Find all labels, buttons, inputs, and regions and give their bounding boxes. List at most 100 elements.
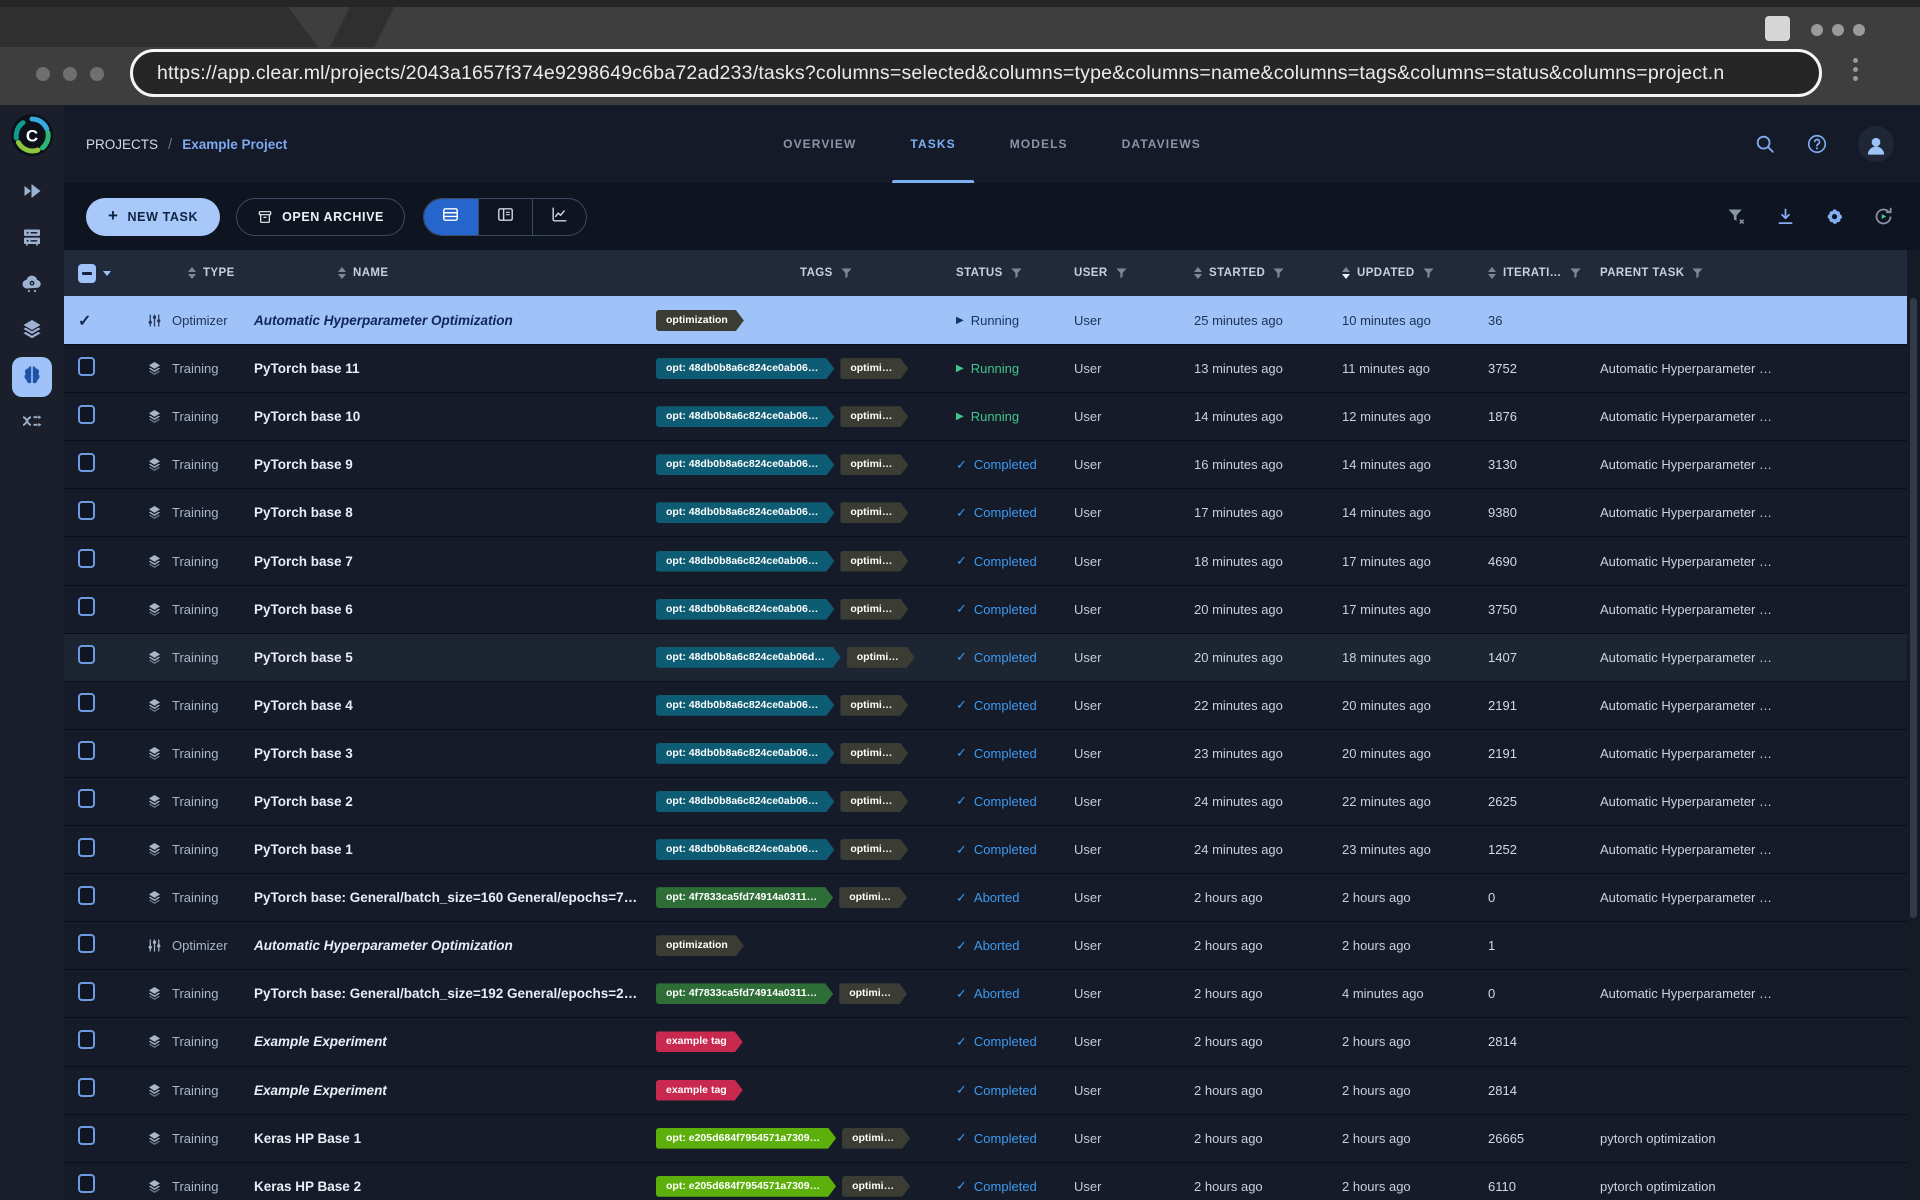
row-select-cell[interactable] — [64, 1078, 122, 1102]
settings-gear-icon[interactable] — [1824, 206, 1845, 227]
row-checkbox[interactable] — [78, 838, 95, 857]
table-row[interactable]: TrainingPyTorch base 2opt: 48db0b8a6c824… — [64, 777, 1920, 825]
row-select-cell[interactable] — [64, 549, 122, 573]
task-name[interactable]: PyTorch base 6 — [242, 602, 640, 617]
sort-arrows-icon[interactable] — [1342, 267, 1350, 280]
row-select-cell[interactable] — [64, 693, 122, 717]
task-name[interactable]: PyTorch base 4 — [242, 698, 640, 713]
tab-dataviews[interactable]: DATAVIEWS — [1100, 105, 1223, 183]
tab-models[interactable]: MODELS — [988, 105, 1090, 183]
row-checkbox[interactable] — [78, 982, 95, 1001]
task-name[interactable]: Example Experiment — [242, 1034, 640, 1049]
row-select-cell[interactable] — [64, 501, 122, 525]
column-header-user[interactable]: USER — [1058, 267, 1178, 279]
row-checkbox[interactable] — [78, 597, 95, 616]
row-checkbox[interactable] — [78, 934, 95, 953]
window-controls[interactable] — [1811, 24, 1865, 36]
row-select-cell[interactable] — [64, 886, 122, 910]
table-row[interactable]: TrainingPyTorch base 9opt: 48db0b8a6c824… — [64, 440, 1920, 488]
sidebar-item-pipelines[interactable] — [12, 403, 52, 443]
row-select-cell[interactable]: ✓ — [64, 311, 122, 331]
row-select-cell[interactable] — [64, 597, 122, 621]
row-select-cell[interactable] — [64, 453, 122, 477]
table-row[interactable]: TrainingPyTorch base 3opt: 48db0b8a6c824… — [64, 729, 1920, 777]
task-name[interactable]: Automatic Hyperparameter Optimization — [242, 313, 640, 328]
row-select-cell[interactable] — [64, 1030, 122, 1054]
row-select-cell[interactable] — [64, 789, 122, 813]
task-name[interactable]: PyTorch base: General/batch_size=192 Gen… — [242, 986, 640, 1001]
row-checkbox[interactable] — [78, 1078, 95, 1097]
filter-icon[interactable] — [1011, 268, 1022, 279]
table-row[interactable]: TrainingExample Experimentexample tag✓Co… — [64, 1066, 1920, 1114]
table-row[interactable]: TrainingPyTorch base 5opt: 48db0b8a6c824… — [64, 633, 1920, 681]
search-icon[interactable] — [1754, 133, 1776, 155]
select-all-caret-icon[interactable] — [103, 271, 111, 276]
sort-arrows-icon[interactable] — [1194, 267, 1202, 280]
compare-view-button[interactable] — [532, 199, 586, 235]
sidebar-item-datasets[interactable] — [12, 311, 52, 351]
row-select-cell[interactable] — [64, 357, 122, 381]
column-header-updated[interactable]: UPDATED — [1326, 267, 1474, 280]
table-view-button[interactable] — [424, 199, 478, 235]
table-row[interactable]: TrainingKeras HP Base 2opt: e205d684f795… — [64, 1162, 1920, 1200]
task-name[interactable]: PyTorch base 3 — [242, 746, 640, 761]
task-name[interactable]: Keras HP Base 2 — [242, 1179, 640, 1194]
help-icon[interactable] — [1806, 133, 1828, 155]
breadcrumb-current[interactable]: Example Project — [182, 137, 287, 152]
user-avatar[interactable] — [1858, 126, 1894, 162]
filter-icon[interactable] — [1570, 268, 1581, 279]
sidebar-item-workers-queues[interactable] — [12, 219, 52, 259]
table-row[interactable]: TrainingPyTorch base 8opt: 48db0b8a6c824… — [64, 488, 1920, 536]
table-row[interactable]: TrainingPyTorch base 4opt: 48db0b8a6c824… — [64, 681, 1920, 729]
task-name[interactable]: PyTorch base 10 — [242, 409, 640, 424]
filter-icon[interactable] — [1423, 268, 1434, 279]
row-select-cell[interactable] — [64, 838, 122, 862]
tab-tasks[interactable]: TASKS — [888, 105, 977, 183]
tab-overview[interactable]: OVERVIEW — [761, 105, 878, 183]
column-header-iterations[interactable]: ITERATI… — [1474, 267, 1586, 280]
table-row[interactable]: TrainingPyTorch base 10opt: 48db0b8a6c82… — [64, 392, 1920, 440]
task-name[interactable]: PyTorch base 1 — [242, 842, 640, 857]
table-row[interactable]: TrainingPyTorch base: General/batch_size… — [64, 873, 1920, 921]
sidebar-item-projects[interactable] — [12, 357, 52, 397]
row-checkbox[interactable] — [78, 886, 95, 905]
table-row[interactable]: TrainingPyTorch base 1opt: 48db0b8a6c824… — [64, 825, 1920, 873]
select-all-checkbox[interactable] — [78, 264, 96, 283]
row-checkbox[interactable] — [78, 741, 95, 760]
task-name[interactable]: PyTorch base 2 — [242, 794, 640, 809]
task-name[interactable]: PyTorch base: General/batch_size=160 Gen… — [242, 890, 640, 905]
open-archive-button[interactable]: OPEN ARCHIVE — [236, 198, 405, 236]
sort-arrows-icon[interactable] — [1488, 267, 1496, 280]
filter-icon[interactable] — [841, 268, 852, 279]
task-name[interactable]: PyTorch base 11 — [242, 361, 640, 376]
row-select-cell[interactable] — [64, 405, 122, 429]
row-checkbox[interactable] — [78, 405, 95, 424]
column-header-name[interactable]: NAME — [242, 267, 640, 280]
detail-view-button[interactable] — [478, 199, 532, 235]
row-checkbox[interactable] — [78, 453, 95, 472]
row-checkbox[interactable] — [78, 1174, 95, 1193]
sort-arrows-icon[interactable] — [338, 267, 346, 280]
task-name[interactable]: PyTorch base 9 — [242, 457, 640, 472]
browser-nav-dots[interactable] — [36, 67, 104, 81]
column-header-status[interactable]: STATUS — [940, 267, 1058, 279]
sidebar-item-getting-started[interactable] — [12, 173, 52, 213]
browser-extension-icon[interactable] — [1765, 16, 1790, 41]
filter-icon[interactable] — [1273, 268, 1284, 279]
filter-icon[interactable] — [1116, 268, 1127, 279]
row-checkbox[interactable] — [78, 789, 95, 808]
vertical-scrollbar[interactable] — [1907, 250, 1920, 1200]
column-header-tags[interactable]: TAGS — [640, 267, 940, 279]
vertical-scrollbar-thumb[interactable] — [1910, 298, 1917, 918]
table-row[interactable]: TrainingPyTorch base 11opt: 48db0b8a6c82… — [64, 344, 1920, 392]
row-checkbox[interactable] — [78, 645, 95, 664]
task-name[interactable]: Keras HP Base 1 — [242, 1131, 640, 1146]
column-header-started[interactable]: STARTED — [1178, 267, 1326, 280]
table-row[interactable]: TrainingPyTorch base 7opt: 48db0b8a6c824… — [64, 536, 1920, 584]
sort-arrows-icon[interactable] — [188, 267, 196, 280]
table-row[interactable]: TrainingPyTorch base 6opt: 48db0b8a6c824… — [64, 585, 1920, 633]
row-select-cell[interactable] — [64, 1174, 122, 1198]
new-task-button[interactable]: + NEW TASK — [86, 198, 220, 236]
table-row[interactable]: TrainingKeras HP Base 1opt: e205d684f795… — [64, 1114, 1920, 1162]
table-row[interactable]: OptimizerAutomatic Hyperparameter Optimi… — [64, 921, 1920, 969]
